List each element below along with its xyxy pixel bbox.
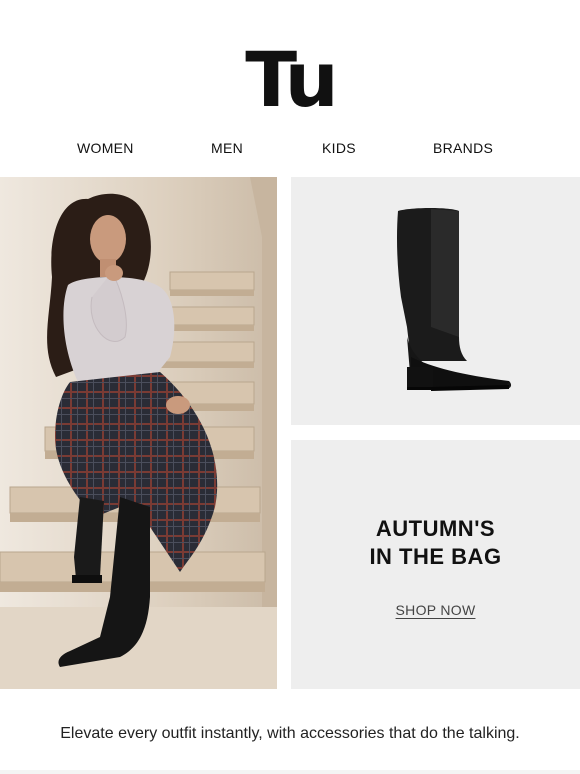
promo-headline: AUTUMN'S IN THE BAG (291, 515, 580, 571)
nav-item-women[interactable]: WOMEN (77, 138, 134, 158)
nav-item-brands[interactable]: BRANDS (433, 138, 493, 158)
headline-line-1: AUTUMN'S (375, 516, 496, 541)
shop-now-wrapper: SHOP NOW (291, 602, 580, 620)
shop-now-link[interactable]: SHOP NOW (396, 602, 476, 618)
email-header: Tu WOMEN MEN KIDS BRANDS (0, 0, 580, 176)
brand-logo[interactable]: Tu (0, 0, 580, 120)
nav-item-men[interactable]: MEN (211, 138, 243, 158)
promo-panel: AUTUMN'S IN THE BAG SHOP NOW (291, 440, 580, 689)
headline-line-2: IN THE BAG (369, 544, 502, 569)
next-section-edge (0, 770, 580, 774)
tagline-text: Elevate every outfit instantly, with acc… (60, 725, 520, 742)
model-on-stairs-photo[interactable] (0, 177, 277, 689)
main-nav: WOMEN MEN KIDS BRANDS (0, 138, 580, 158)
product-panel[interactable] (291, 177, 580, 425)
model-photo-illustration (0, 177, 277, 689)
nav-item-kids[interactable]: KIDS (322, 138, 356, 158)
black-knee-high-boot (397, 208, 512, 391)
logo-text: Tu (245, 35, 339, 124)
